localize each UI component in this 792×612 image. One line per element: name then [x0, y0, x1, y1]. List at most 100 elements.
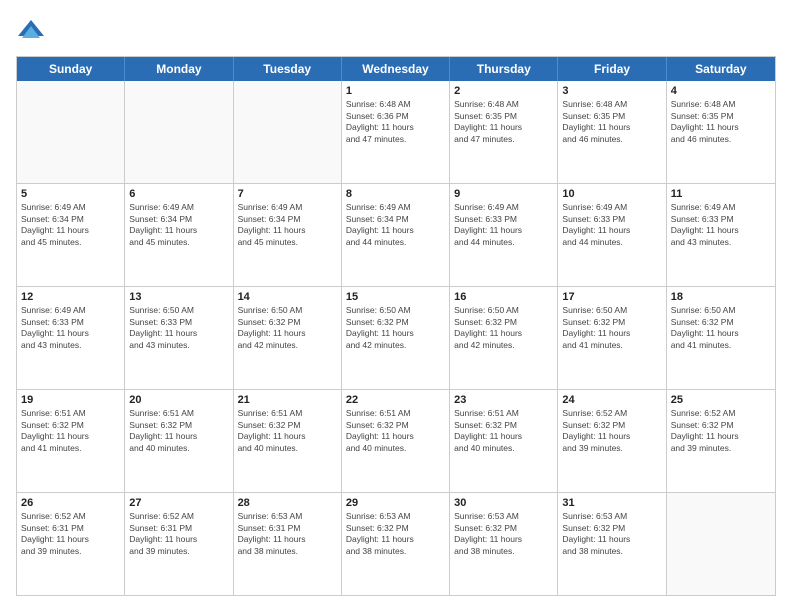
day-info: Sunrise: 6:51 AM Sunset: 6:32 PM Dayligh… [21, 408, 120, 454]
cal-cell: 5Sunrise: 6:49 AM Sunset: 6:34 PM Daylig… [17, 184, 125, 286]
day-number: 19 [21, 393, 120, 407]
day-info: Sunrise: 6:49 AM Sunset: 6:34 PM Dayligh… [346, 202, 445, 248]
cal-cell: 25Sunrise: 6:52 AM Sunset: 6:32 PM Dayli… [667, 390, 775, 492]
cal-cell: 17Sunrise: 6:50 AM Sunset: 6:32 PM Dayli… [558, 287, 666, 389]
logo-icon [16, 16, 46, 46]
day-info: Sunrise: 6:52 AM Sunset: 6:31 PM Dayligh… [21, 511, 120, 557]
cal-row-0: 1Sunrise: 6:48 AM Sunset: 6:36 PM Daylig… [17, 81, 775, 184]
day-info: Sunrise: 6:49 AM Sunset: 6:34 PM Dayligh… [129, 202, 228, 248]
logo [16, 16, 50, 46]
day-number: 13 [129, 290, 228, 304]
day-info: Sunrise: 6:48 AM Sunset: 6:35 PM Dayligh… [454, 99, 553, 145]
day-info: Sunrise: 6:52 AM Sunset: 6:32 PM Dayligh… [562, 408, 661, 454]
day-info: Sunrise: 6:50 AM Sunset: 6:32 PM Dayligh… [562, 305, 661, 351]
day-number: 20 [129, 393, 228, 407]
cal-cell: 4Sunrise: 6:48 AM Sunset: 6:35 PM Daylig… [667, 81, 775, 183]
day-number: 21 [238, 393, 337, 407]
cal-cell: 28Sunrise: 6:53 AM Sunset: 6:31 PM Dayli… [234, 493, 342, 595]
day-info: Sunrise: 6:49 AM Sunset: 6:33 PM Dayligh… [454, 202, 553, 248]
day-info: Sunrise: 6:49 AM Sunset: 6:33 PM Dayligh… [21, 305, 120, 351]
day-info: Sunrise: 6:48 AM Sunset: 6:36 PM Dayligh… [346, 99, 445, 145]
day-number: 15 [346, 290, 445, 304]
cal-cell: 22Sunrise: 6:51 AM Sunset: 6:32 PM Dayli… [342, 390, 450, 492]
cal-cell: 9Sunrise: 6:49 AM Sunset: 6:33 PM Daylig… [450, 184, 558, 286]
day-number: 11 [671, 187, 771, 201]
cal-cell: 1Sunrise: 6:48 AM Sunset: 6:36 PM Daylig… [342, 81, 450, 183]
day-info: Sunrise: 6:52 AM Sunset: 6:32 PM Dayligh… [671, 408, 771, 454]
day-number: 22 [346, 393, 445, 407]
day-number: 26 [21, 496, 120, 510]
cal-cell: 6Sunrise: 6:49 AM Sunset: 6:34 PM Daylig… [125, 184, 233, 286]
day-number: 3 [562, 84, 661, 98]
day-info: Sunrise: 6:49 AM Sunset: 6:34 PM Dayligh… [238, 202, 337, 248]
day-info: Sunrise: 6:48 AM Sunset: 6:35 PM Dayligh… [562, 99, 661, 145]
calendar: SundayMondayTuesdayWednesdayThursdayFrid… [16, 56, 776, 596]
cal-cell: 18Sunrise: 6:50 AM Sunset: 6:32 PM Dayli… [667, 287, 775, 389]
day-info: Sunrise: 6:51 AM Sunset: 6:32 PM Dayligh… [346, 408, 445, 454]
day-info: Sunrise: 6:50 AM Sunset: 6:32 PM Dayligh… [238, 305, 337, 351]
cal-header-saturday: Saturday [667, 57, 775, 81]
day-number: 14 [238, 290, 337, 304]
day-info: Sunrise: 6:49 AM Sunset: 6:33 PM Dayligh… [562, 202, 661, 248]
header [16, 16, 776, 46]
day-info: Sunrise: 6:53 AM Sunset: 6:32 PM Dayligh… [454, 511, 553, 557]
cal-row-4: 26Sunrise: 6:52 AM Sunset: 6:31 PM Dayli… [17, 493, 775, 595]
cal-cell: 27Sunrise: 6:52 AM Sunset: 6:31 PM Dayli… [125, 493, 233, 595]
day-info: Sunrise: 6:50 AM Sunset: 6:32 PM Dayligh… [671, 305, 771, 351]
day-info: Sunrise: 6:51 AM Sunset: 6:32 PM Dayligh… [129, 408, 228, 454]
cal-cell: 13Sunrise: 6:50 AM Sunset: 6:33 PM Dayli… [125, 287, 233, 389]
day-number: 5 [21, 187, 120, 201]
cal-header-tuesday: Tuesday [234, 57, 342, 81]
cal-cell [667, 493, 775, 595]
day-info: Sunrise: 6:50 AM Sunset: 6:32 PM Dayligh… [454, 305, 553, 351]
day-number: 12 [21, 290, 120, 304]
cal-cell: 11Sunrise: 6:49 AM Sunset: 6:33 PM Dayli… [667, 184, 775, 286]
day-number: 31 [562, 496, 661, 510]
cal-cell: 12Sunrise: 6:49 AM Sunset: 6:33 PM Dayli… [17, 287, 125, 389]
day-info: Sunrise: 6:50 AM Sunset: 6:32 PM Dayligh… [346, 305, 445, 351]
day-info: Sunrise: 6:49 AM Sunset: 6:33 PM Dayligh… [671, 202, 771, 248]
day-number: 30 [454, 496, 553, 510]
day-number: 9 [454, 187, 553, 201]
day-info: Sunrise: 6:53 AM Sunset: 6:32 PM Dayligh… [562, 511, 661, 557]
cal-cell: 29Sunrise: 6:53 AM Sunset: 6:32 PM Dayli… [342, 493, 450, 595]
day-number: 7 [238, 187, 337, 201]
cal-cell: 30Sunrise: 6:53 AM Sunset: 6:32 PM Dayli… [450, 493, 558, 595]
cal-cell: 19Sunrise: 6:51 AM Sunset: 6:32 PM Dayli… [17, 390, 125, 492]
day-info: Sunrise: 6:50 AM Sunset: 6:33 PM Dayligh… [129, 305, 228, 351]
day-number: 24 [562, 393, 661, 407]
cal-cell: 24Sunrise: 6:52 AM Sunset: 6:32 PM Dayli… [558, 390, 666, 492]
cal-cell: 2Sunrise: 6:48 AM Sunset: 6:35 PM Daylig… [450, 81, 558, 183]
day-number: 16 [454, 290, 553, 304]
cal-cell: 26Sunrise: 6:52 AM Sunset: 6:31 PM Dayli… [17, 493, 125, 595]
day-number: 23 [454, 393, 553, 407]
cal-cell: 16Sunrise: 6:50 AM Sunset: 6:32 PM Dayli… [450, 287, 558, 389]
day-number: 2 [454, 84, 553, 98]
cal-header-wednesday: Wednesday [342, 57, 450, 81]
cal-cell [125, 81, 233, 183]
cal-cell [17, 81, 125, 183]
day-number: 6 [129, 187, 228, 201]
day-number: 8 [346, 187, 445, 201]
cal-header-thursday: Thursday [450, 57, 558, 81]
page: SundayMondayTuesdayWednesdayThursdayFrid… [0, 0, 792, 612]
day-info: Sunrise: 6:51 AM Sunset: 6:32 PM Dayligh… [454, 408, 553, 454]
cal-cell [234, 81, 342, 183]
day-number: 18 [671, 290, 771, 304]
day-number: 27 [129, 496, 228, 510]
day-number: 25 [671, 393, 771, 407]
cal-cell: 3Sunrise: 6:48 AM Sunset: 6:35 PM Daylig… [558, 81, 666, 183]
day-number: 17 [562, 290, 661, 304]
cal-header-friday: Friday [558, 57, 666, 81]
day-info: Sunrise: 6:53 AM Sunset: 6:31 PM Dayligh… [238, 511, 337, 557]
day-number: 28 [238, 496, 337, 510]
cal-cell: 14Sunrise: 6:50 AM Sunset: 6:32 PM Dayli… [234, 287, 342, 389]
cal-header-sunday: Sunday [17, 57, 125, 81]
cal-cell: 23Sunrise: 6:51 AM Sunset: 6:32 PM Dayli… [450, 390, 558, 492]
cal-header-monday: Monday [125, 57, 233, 81]
day-number: 1 [346, 84, 445, 98]
cal-cell: 31Sunrise: 6:53 AM Sunset: 6:32 PM Dayli… [558, 493, 666, 595]
day-info: Sunrise: 6:49 AM Sunset: 6:34 PM Dayligh… [21, 202, 120, 248]
calendar-body: 1Sunrise: 6:48 AM Sunset: 6:36 PM Daylig… [17, 81, 775, 595]
day-number: 29 [346, 496, 445, 510]
